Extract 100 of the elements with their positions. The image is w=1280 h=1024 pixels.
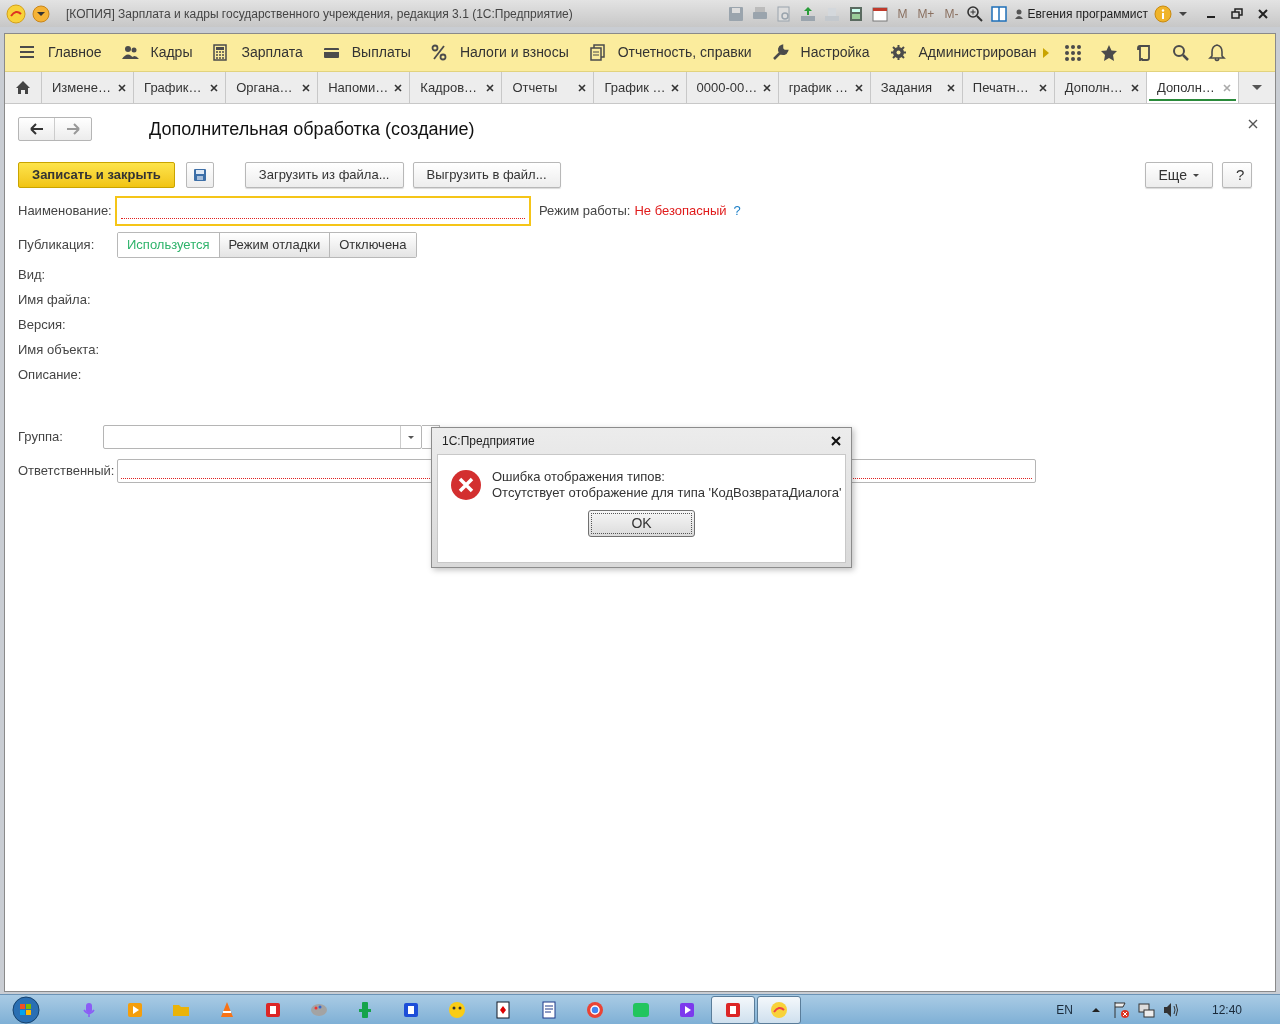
app-icon <box>356 1000 374 1019</box>
publication-option[interactable]: Отключена <box>329 233 416 257</box>
app-icon <box>218 1000 236 1019</box>
app-icon <box>678 1000 696 1019</box>
app-icon <box>448 1000 466 1019</box>
mode-link[interactable]: Не безопасный <box>634 201 727 221</box>
app-logo-icon <box>6 3 26 24</box>
back-arrow-icon <box>29 123 44 135</box>
import-icon[interactable] <box>799 4 818 23</box>
zoom-icon[interactable] <box>966 4 985 23</box>
search-icon[interactable] <box>1172 43 1191 62</box>
close-icon[interactable] <box>117 82 128 93</box>
field-label: Имя файла: <box>18 291 91 309</box>
caret-icon <box>1251 84 1263 91</box>
menu-section[interactable]: Выплаты <box>322 42 411 63</box>
taskbar-app-button[interactable] <box>711 995 755 1024</box>
tab[interactable]: Отчеты <box>502 72 595 103</box>
tab[interactable]: 0000-00… <box>686 72 779 103</box>
close-icon[interactable] <box>761 82 772 93</box>
language-indicator[interactable]: EN <box>1056 1000 1073 1019</box>
windows-logo-icon <box>12 995 40 1024</box>
caret-icon[interactable] <box>1178 9 1188 18</box>
error-icon <box>450 469 482 501</box>
help-button[interactable]: ? <box>1222 162 1252 188</box>
user-name[interactable]: Евгения программист <box>1027 4 1148 23</box>
form-title: Дополнительная обработка (создание) <box>149 117 475 141</box>
error-message: Ошибка отображения типов: <box>492 469 666 485</box>
caret-icon <box>408 435 414 439</box>
load-from-file-button[interactable]: Загрузить из файла... <box>244 162 404 188</box>
more-button[interactable]: Еще <box>1144 162 1213 188</box>
tab[interactable]: Печатн… <box>962 72 1055 103</box>
tab[interactable]: Дополн… <box>1054 72 1147 103</box>
field-label: Описание: <box>18 366 82 384</box>
field-label: Имя объекта: <box>18 341 99 359</box>
app-icon <box>80 1000 98 1019</box>
tab[interactable]: Органа… <box>226 72 319 103</box>
app-icon <box>632 1000 650 1019</box>
error-message: Отсутствует отображение для типа 'КодВозвратаДиалога' <box>492 485 842 501</box>
bell-icon[interactable] <box>1208 43 1227 62</box>
close-icon[interactable] <box>1248 119 1258 129</box>
field-label: Вид: <box>18 266 46 284</box>
caret-icon[interactable] <box>1090 1005 1101 1014</box>
ok-button[interactable]: OK <box>588 510 695 537</box>
close-icon[interactable] <box>301 82 312 93</box>
menu-section[interactable]: Администрирован <box>889 42 1037 63</box>
star-icon[interactable] <box>1100 43 1119 62</box>
publication-option[interactable]: Режим отладки <box>218 233 330 257</box>
close-icon[interactable] <box>1256 6 1270 21</box>
tab[interactable]: Напоми… <box>318 72 411 103</box>
tab[interactable]: Измене… <box>42 72 135 103</box>
help-link[interactable]: ? <box>733 201 741 221</box>
home-icon <box>15 80 31 95</box>
tab[interactable]: График … <box>594 72 687 103</box>
grid-icon[interactable] <box>1064 43 1083 62</box>
group-input-field[interactable] <box>103 425 422 449</box>
close-icon[interactable] <box>1129 82 1140 93</box>
network-icon[interactable] <box>1137 1000 1155 1019</box>
tab[interactable]: Дополн… <box>1146 72 1239 103</box>
info-icon[interactable] <box>1154 4 1172 23</box>
tab[interactable]: График… <box>134 72 227 103</box>
app-icon <box>724 1000 742 1019</box>
calendar-icon[interactable] <box>871 4 890 23</box>
close-icon[interactable] <box>831 436 841 446</box>
wrench-icon <box>771 44 789 61</box>
menu-section[interactable]: Зарплата <box>212 42 303 63</box>
menu-icon <box>19 44 36 61</box>
close-icon[interactable] <box>577 82 588 93</box>
tab[interactable]: график … <box>778 72 871 103</box>
close-icon[interactable] <box>1037 82 1048 93</box>
close-icon[interactable] <box>669 82 680 93</box>
calculator-icon <box>212 44 230 61</box>
save-and-close-button[interactable]: Записать и закрыть <box>18 162 175 188</box>
dialog-title: 1С:Предприятие <box>442 433 535 450</box>
name-input-field[interactable] <box>115 196 531 226</box>
menu-section[interactable]: Налоги и взносы <box>430 42 569 63</box>
menu-section[interactable]: Главное <box>19 42 102 63</box>
taskbar-app-button[interactable] <box>757 995 801 1024</box>
save-to-file-button[interactable]: Выгрузить в файл... <box>412 162 561 188</box>
app-icon <box>586 1000 604 1019</box>
field-label: Публикация: <box>18 236 96 255</box>
panel-icon[interactable] <box>990 4 1009 23</box>
close-icon[interactable] <box>393 82 404 93</box>
restore-icon[interactable] <box>1230 6 1244 21</box>
close-icon[interactable] <box>945 82 956 93</box>
close-icon[interactable] <box>485 82 496 93</box>
menu-section[interactable]: Отчетность, справки <box>588 42 752 63</box>
close-icon[interactable] <box>209 82 220 93</box>
flag-icon[interactable] <box>1112 1000 1130 1019</box>
save-button[interactable] <box>185 162 214 188</box>
forward-arrow-icon <box>66 123 80 135</box>
app-icon <box>126 1000 144 1019</box>
tab[interactable]: Задания <box>870 72 963 103</box>
close-icon[interactable] <box>853 82 864 93</box>
tab[interactable]: Кадров… <box>410 72 503 103</box>
menu-section[interactable]: Кадры <box>121 42 193 63</box>
field-label: Наименование: <box>18 202 113 221</box>
clock[interactable]: 12:40 <box>1211 1000 1242 1019</box>
menu-section[interactable]: Настройка <box>771 42 870 63</box>
field-label: Ответственный: <box>18 462 116 481</box>
dropdown-menu-icon[interactable] <box>32 4 50 23</box>
